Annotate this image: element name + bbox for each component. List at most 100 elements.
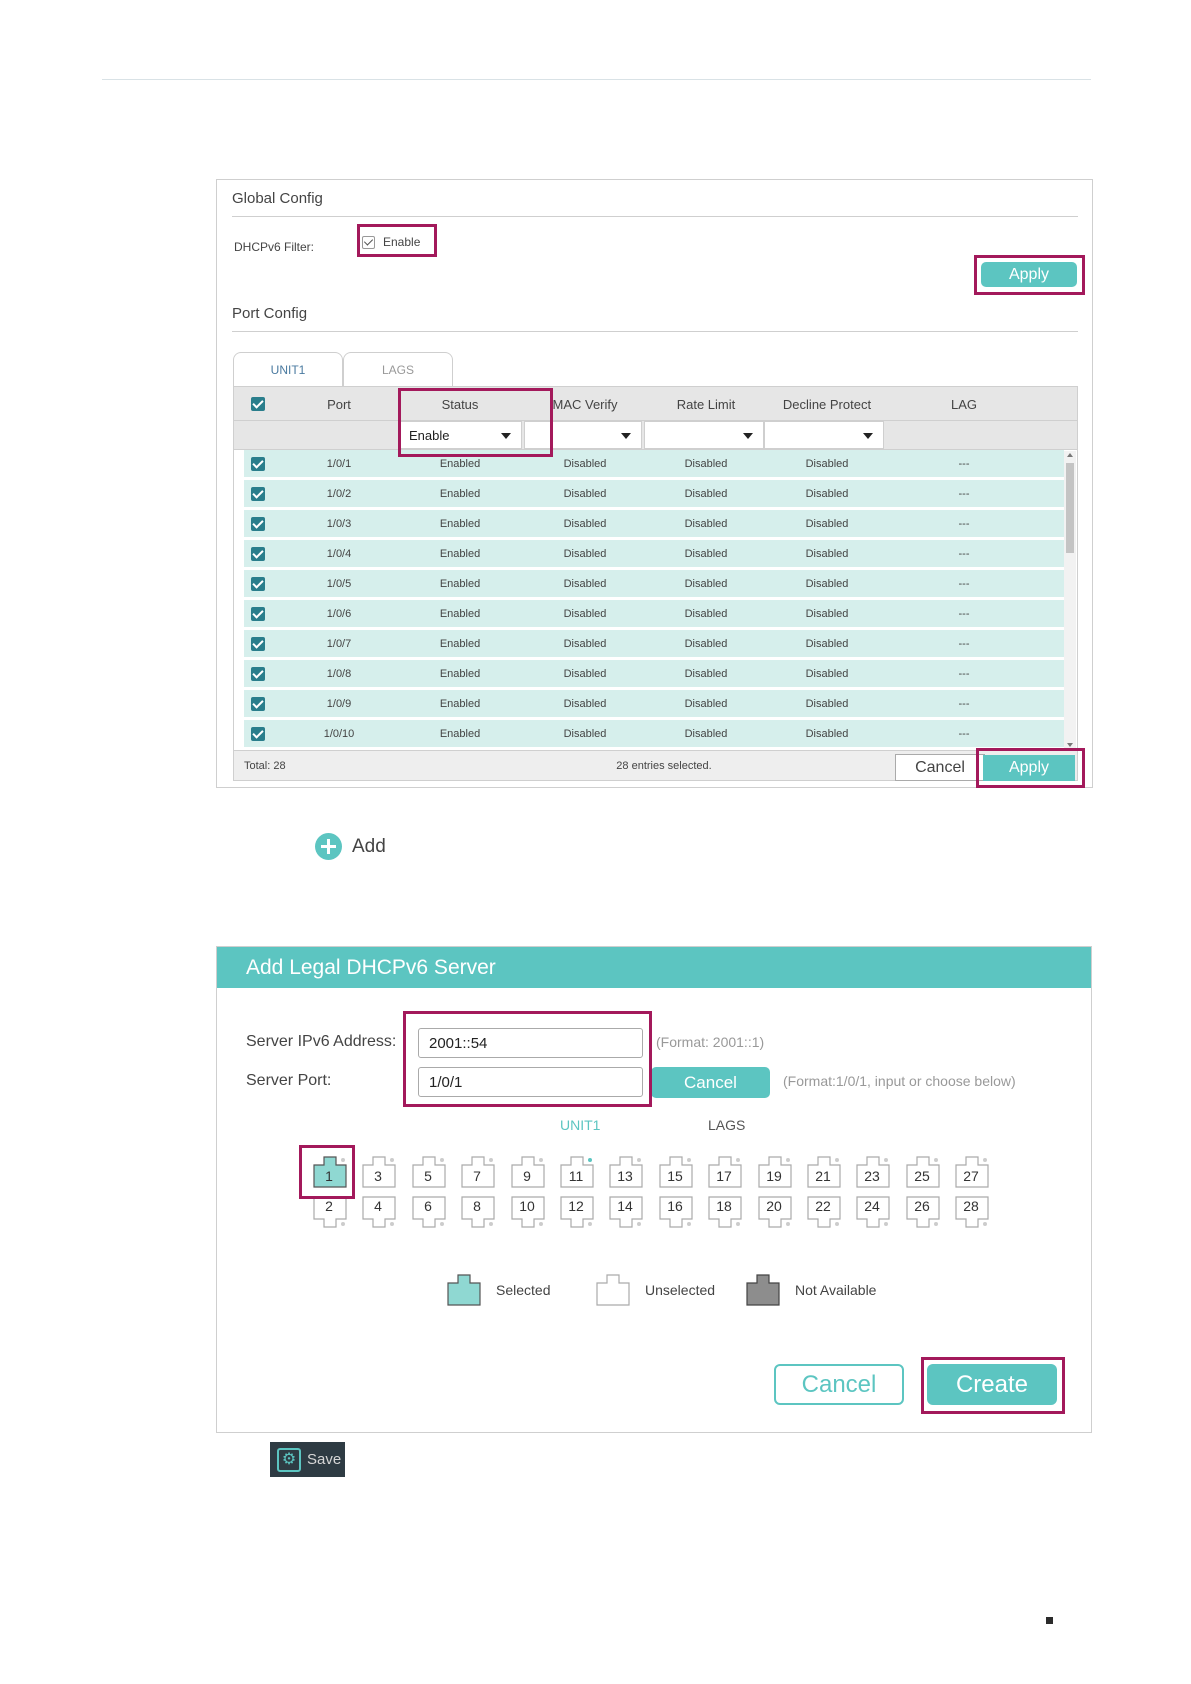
port-number: 20 <box>766 1198 782 1214</box>
table-row[interactable]: 1/0/5 Enabled Disabled Disabled Disabled… <box>244 570 1064 598</box>
port-number: 21 <box>815 1168 831 1184</box>
row-checkbox[interactable] <box>251 607 265 621</box>
cell-decline-protect: Disabled <box>805 518 849 530</box>
select-all-checkbox[interactable] <box>251 397 265 411</box>
selected-count: 28 entries selected. <box>616 760 712 772</box>
table-apply-button[interactable]: Apply <box>983 755 1075 781</box>
table-row[interactable]: 1/0/2 Enabled Disabled Disabled Disabled… <box>244 480 1064 508</box>
enable-checkbox[interactable] <box>362 235 375 249</box>
dhcpv6-filter-panel: Global Config DHCPv6 Filter: Enable Appl… <box>216 179 1093 788</box>
table-row[interactable]: 1/0/10 Enabled Disabled Disabled Disable… <box>244 720 1064 748</box>
cell-status: Enabled <box>439 458 481 470</box>
port-26[interactable]: 26 <box>905 1195 940 1229</box>
cell-status: Enabled <box>439 668 481 680</box>
scroll-down-icon[interactable] <box>1067 743 1073 747</box>
cell-rate-limit: Disabled <box>684 638 728 650</box>
scroll-thumb[interactable] <box>1066 463 1074 553</box>
port-number: 13 <box>617 1168 633 1184</box>
row-checkbox[interactable] <box>251 577 265 591</box>
port-5[interactable]: 5 <box>411 1155 446 1189</box>
table-row[interactable]: 1/0/8 Enabled Disabled Disabled Disabled… <box>244 660 1064 688</box>
port-12[interactable]: 12 <box>559 1195 594 1229</box>
ipv6-format-hint: (Format: 2001::1) <box>656 1034 765 1050</box>
port-14[interactable]: 14 <box>608 1195 643 1229</box>
port-11[interactable]: 11 <box>559 1155 594 1189</box>
table-row[interactable]: 1/0/7 Enabled Disabled Disabled Disabled… <box>244 630 1064 658</box>
table-cancel-button[interactable]: Cancel <box>895 754 985 781</box>
table-row[interactable]: 1/0/1 Enabled Disabled Disabled Disabled… <box>244 450 1064 478</box>
port-17[interactable]: 17 <box>707 1155 742 1189</box>
port-25[interactable]: 25 <box>905 1155 940 1189</box>
cell-lag: --- <box>958 578 970 590</box>
port-number: 11 <box>568 1168 584 1184</box>
table-row[interactable]: 1/0/9 Enabled Disabled Disabled Disabled… <box>244 690 1064 718</box>
port-7[interactable]: 7 <box>460 1155 495 1189</box>
server-port-input[interactable]: 1/0/1 <box>418 1067 643 1097</box>
row-checkbox[interactable] <box>251 637 265 651</box>
scroll-up-icon[interactable] <box>1067 453 1073 457</box>
port-16[interactable]: 16 <box>658 1195 693 1229</box>
row-checkbox[interactable] <box>251 457 265 471</box>
port-tab-unit1[interactable]: UNIT1 <box>560 1117 600 1133</box>
port-9[interactable]: 9 <box>510 1155 545 1189</box>
port-28[interactable]: 28 <box>954 1195 989 1229</box>
add-link[interactable]: Add <box>315 833 386 860</box>
selected-port-icon <box>447 1274 481 1306</box>
port-tab-lags[interactable]: LAGS <box>708 1117 745 1133</box>
port-21[interactable]: 21 <box>806 1155 841 1189</box>
port-number: 8 <box>473 1198 481 1214</box>
table-row[interactable]: 1/0/6 Enabled Disabled Disabled Disabled… <box>244 600 1064 628</box>
global-apply-button[interactable]: Apply <box>981 262 1077 287</box>
table-scrollbar[interactable] <box>1064 451 1076 749</box>
plus-circle-icon[interactable] <box>315 833 342 860</box>
status-filter-select[interactable]: Enable <box>400 421 522 449</box>
row-checkbox[interactable] <box>251 487 265 501</box>
save-button[interactable]: ⚙ Save <box>270 1442 345 1477</box>
port-13[interactable]: 13 <box>608 1155 643 1189</box>
port-6[interactable]: 6 <box>411 1195 446 1229</box>
row-checkbox[interactable] <box>251 517 265 531</box>
cell-status: Enabled <box>439 518 481 530</box>
cell-status: Enabled <box>439 608 481 620</box>
port-2[interactable]: 2 <box>312 1195 347 1229</box>
port-number: 14 <box>617 1198 633 1214</box>
port-22[interactable]: 22 <box>806 1195 841 1229</box>
dialog-cancel-button[interactable]: Cancel <box>774 1364 904 1405</box>
rate-limit-filter-select[interactable] <box>644 421 764 449</box>
row-checkbox[interactable] <box>251 667 265 681</box>
port-8[interactable]: 8 <box>460 1195 495 1229</box>
port-number: 2 <box>325 1198 333 1214</box>
row-checkbox[interactable] <box>251 697 265 711</box>
port-18[interactable]: 18 <box>707 1195 742 1229</box>
tab-lags[interactable]: LAGS <box>343 352 453 386</box>
dhcpv6-filter-enable[interactable]: Enable <box>362 235 420 249</box>
port-number: 18 <box>716 1198 732 1214</box>
port-20[interactable]: 20 <box>757 1195 792 1229</box>
port-15[interactable]: 15 <box>658 1155 693 1189</box>
cell-lag: --- <box>958 548 970 560</box>
tab-unit1[interactable]: UNIT1 <box>233 352 343 386</box>
port-27[interactable]: 27 <box>954 1155 989 1189</box>
row-checkbox[interactable] <box>251 727 265 741</box>
row-checkbox[interactable] <box>251 547 265 561</box>
cell-mac-verify: Disabled <box>563 638 607 650</box>
port-4[interactable]: 4 <box>361 1195 396 1229</box>
table-row[interactable]: 1/0/3 Enabled Disabled Disabled Disabled… <box>244 510 1064 538</box>
create-button[interactable]: Create <box>927 1364 1057 1405</box>
port-3[interactable]: 3 <box>361 1155 396 1189</box>
port-19[interactable]: 19 <box>757 1155 792 1189</box>
port-24[interactable]: 24 <box>855 1195 890 1229</box>
port-1[interactable]: 1 <box>312 1155 347 1189</box>
cell-decline-protect: Disabled <box>805 578 849 590</box>
cell-mac-verify: Disabled <box>563 548 607 560</box>
legend-unselected-label: Unselected <box>645 1282 716 1298</box>
mac-verify-filter-select[interactable] <box>524 421 642 449</box>
table-row[interactable]: 1/0/4 Enabled Disabled Disabled Disabled… <box>244 540 1064 568</box>
inline-cancel-button[interactable]: Cancel <box>651 1067 770 1098</box>
cell-port: 1/0/5 <box>326 578 352 590</box>
server-ipv6-input[interactable]: 2001::54 <box>418 1028 643 1058</box>
port-23[interactable]: 23 <box>855 1155 890 1189</box>
cell-port: 1/0/9 <box>326 698 352 710</box>
port-10[interactable]: 10 <box>510 1195 545 1229</box>
decline-protect-filter-select[interactable] <box>764 421 884 449</box>
